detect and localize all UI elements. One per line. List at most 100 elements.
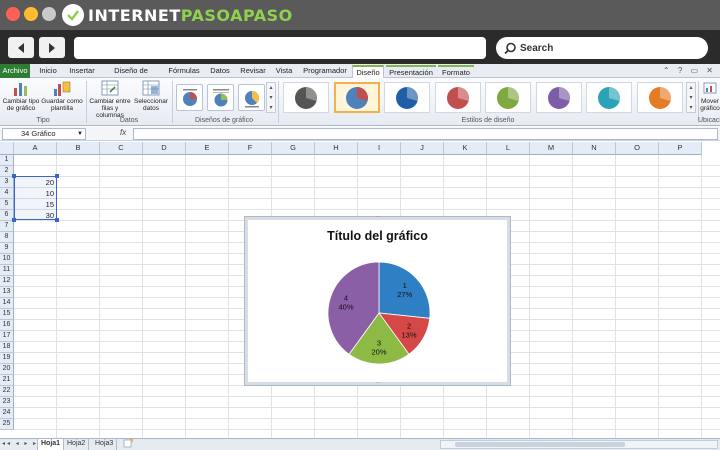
row-header-18[interactable]: 18 [0, 342, 14, 353]
row-header-14[interactable]: 14 [0, 298, 14, 309]
row-header-1[interactable]: 1 [0, 155, 14, 166]
name-box[interactable]: 34 Gráfico ▼ [2, 128, 86, 140]
tab-diseno-pagina[interactable]: Diseño de página [102, 65, 160, 87]
row-header-22[interactable]: 22 [0, 386, 14, 397]
tab-inicio[interactable]: Inicio [34, 65, 62, 78]
select-data-button[interactable]: Seleccionar datos [133, 80, 169, 112]
row-header-4[interactable]: 4 [0, 188, 14, 199]
switch-row-column-button[interactable]: Cambiar entre filas y columnas [88, 80, 132, 119]
chart-style-7[interactable] [586, 82, 632, 113]
chart-layout-3[interactable] [238, 84, 265, 111]
range-handle[interactable] [12, 174, 16, 178]
chart-object[interactable]: ··· ··· Título del gráfico 1 27% 2 13% 3 20% 4… [245, 215, 510, 386]
name-box-value: 34 Gráfico [21, 129, 56, 138]
column-header-h[interactable]: H [315, 142, 358, 155]
tab-datos[interactable]: Datos [207, 65, 233, 78]
chart-style-2[interactable] [333, 82, 380, 113]
column-header-m[interactable]: M [530, 142, 573, 155]
back-button[interactable] [8, 37, 34, 58]
range-handle[interactable] [12, 218, 16, 222]
horizontal-scrollbar[interactable] [440, 440, 718, 449]
chart-style-5[interactable] [485, 82, 531, 113]
chart-style-8[interactable] [636, 82, 683, 113]
close-window-button[interactable] [6, 7, 20, 21]
save-template-button[interactable]: Guardar como plantilla [41, 80, 83, 112]
maximize-window-button[interactable] [42, 7, 56, 21]
tab-formulas[interactable]: Fórmulas [166, 65, 202, 78]
row-header-25[interactable]: 25 [0, 419, 14, 430]
column-header-a[interactable]: A [14, 142, 57, 155]
site-logo[interactable]: INTERNET PASOAPASO [62, 3, 293, 27]
address-bar[interactable] [74, 37, 486, 59]
pie-style-icon [396, 86, 418, 109]
row-header-11[interactable]: 11 [0, 265, 14, 276]
row-header-10[interactable]: 10 [0, 254, 14, 265]
column-header-c[interactable]: C [100, 142, 143, 155]
move-chart-button[interactable]: Mover gráfico [700, 80, 720, 112]
sheet-tab-hoja2[interactable]: Hoja2 [64, 439, 90, 450]
column-header-e[interactable]: E [186, 142, 229, 155]
chart-layout-2[interactable] [207, 84, 234, 111]
change-chart-type-button[interactable]: Cambiar tipo de gráfico [2, 80, 40, 112]
chart-style-6[interactable] [535, 82, 582, 113]
selected-range[interactable] [12, 174, 59, 222]
tab-archivo[interactable]: Archivo [0, 64, 30, 78]
row-header-23[interactable]: 23 [0, 397, 14, 408]
row-header-7[interactable]: 7 [0, 221, 14, 232]
row-header-3[interactable]: 3 [0, 177, 14, 188]
row-header-5[interactable]: 5 [0, 199, 14, 210]
tab-insertar[interactable]: Insertar [66, 65, 98, 78]
column-header-p[interactable]: P [659, 142, 702, 155]
column-header-i[interactable]: I [358, 142, 401, 155]
forward-button[interactable] [39, 37, 65, 58]
chart-style-1[interactable] [283, 82, 329, 113]
chart-style-3[interactable] [384, 82, 430, 113]
tab-presentacion[interactable]: Presentación [386, 65, 436, 78]
column-header-k[interactable]: K [444, 142, 487, 155]
row-header-13[interactable]: 13 [0, 287, 14, 298]
row-header-24[interactable]: 24 [0, 408, 14, 419]
insert-sheet-icon[interactable] [120, 439, 136, 450]
minimize-window-button[interactable] [24, 7, 38, 21]
row-header-21[interactable]: 21 [0, 375, 14, 386]
search-box[interactable]: Search [496, 37, 708, 59]
sheet-tab-hoja1[interactable]: Hoja1 [37, 439, 65, 450]
formula-input[interactable] [133, 128, 718, 140]
row-header-16[interactable]: 16 [0, 320, 14, 331]
column-header-f[interactable]: F [229, 142, 272, 155]
row-header-9[interactable]: 9 [0, 243, 14, 254]
column-header-d[interactable]: D [143, 142, 186, 155]
fx-icon[interactable]: fx [120, 128, 126, 137]
resize-grip-bottom[interactable]: ··· [373, 381, 383, 386]
column-header-n[interactable]: N [573, 142, 616, 155]
horizontal-scroll-thumb[interactable] [455, 442, 625, 447]
row-header-19[interactable]: 19 [0, 353, 14, 364]
pie-chart[interactable]: 127% 213% 320% 440% [248, 220, 507, 382]
ribbon-window-icons[interactable]: ⌃ ? ▭ ✕ [663, 66, 716, 75]
layout-gallery-scroll[interactable]: ▴ ▾ ▾ [266, 82, 276, 113]
tab-formato[interactable]: Formato [438, 65, 474, 78]
column-header-o[interactable]: O [616, 142, 659, 155]
row-header-20[interactable]: 20 [0, 364, 14, 375]
chart-style-4[interactable] [434, 82, 481, 113]
tab-diseno[interactable]: Diseño [352, 65, 384, 78]
range-handle[interactable] [55, 174, 59, 178]
chevron-down-icon[interactable]: ▼ [77, 129, 83, 139]
column-header-j[interactable]: J [401, 142, 444, 155]
column-header-l[interactable]: L [487, 142, 530, 155]
row-header-8[interactable]: 8 [0, 232, 14, 243]
select-all-corner[interactable] [0, 142, 14, 155]
sheet-tab-hoja3[interactable]: Hoja3 [92, 439, 118, 450]
tab-vista[interactable]: Vista [272, 65, 296, 78]
style-gallery-scroll[interactable]: ▴ ▾ ▾ [686, 82, 696, 113]
row-header-15[interactable]: 15 [0, 309, 14, 320]
row-header-12[interactable]: 12 [0, 276, 14, 287]
row-header-17[interactable]: 17 [0, 331, 14, 342]
range-handle[interactable] [55, 218, 59, 222]
column-header-g[interactable]: G [272, 142, 315, 155]
column-header-b[interactable]: B [57, 142, 100, 155]
tab-programador[interactable]: Programador [300, 65, 350, 78]
chart-layout-1[interactable] [176, 84, 203, 111]
tab-revisar[interactable]: Revisar [238, 65, 268, 78]
grid-col-line [228, 155, 229, 438]
